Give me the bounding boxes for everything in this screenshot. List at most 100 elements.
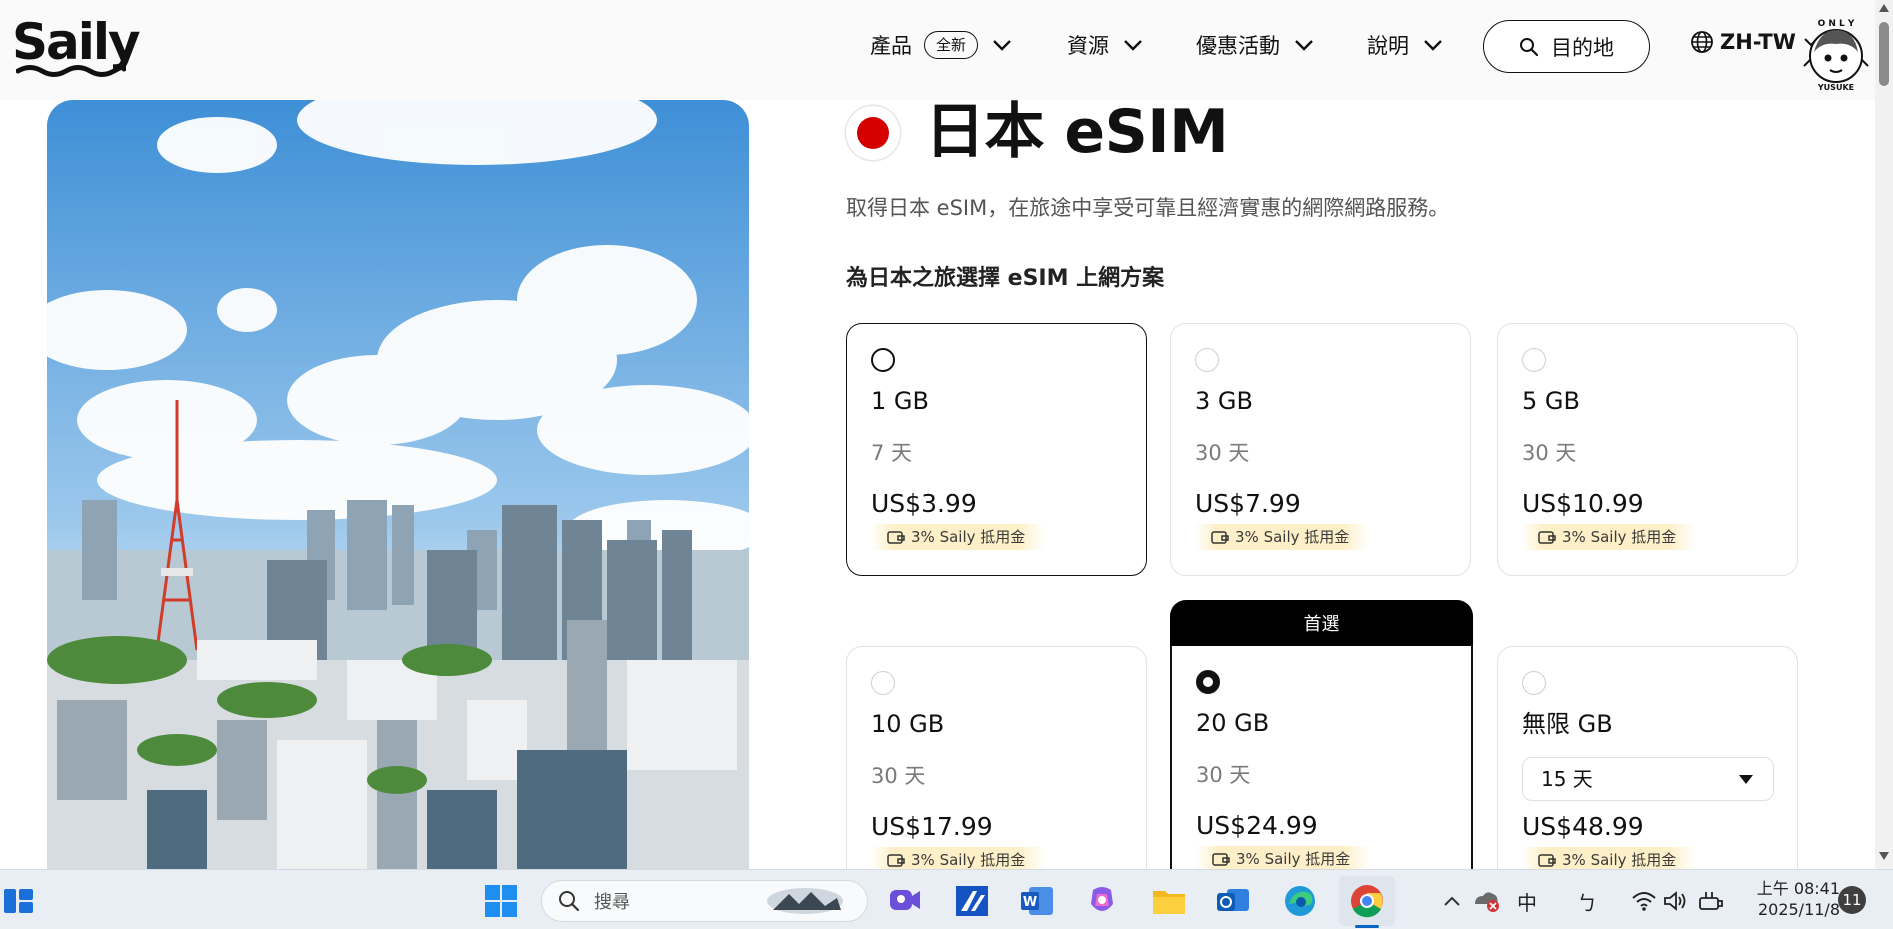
saily-credit-badge: 3% Saily 抵用金 [1522,524,1697,550]
plan-data-amount: 20 GB [1196,709,1270,737]
nav-resources[interactable]: 資源 [1067,20,1143,70]
plan-data-amount: 5 GB [1522,387,1580,415]
taskbar-search-box[interactable]: 搜尋 [541,880,868,922]
file-explorer-icon[interactable] [1150,882,1188,920]
chevron-down-icon [1124,40,1142,51]
search-icon [1520,37,1539,56]
wallet-icon [887,854,905,867]
plan-card-unlimited[interactable]: 無限 GB 15 天 US$48.99 3% Saily 抵用金 [1497,646,1798,886]
plan-radio[interactable] [871,348,895,372]
page-title: 日本 eSIM [925,97,1229,167]
outlook-app-icon[interactable] [1214,882,1252,920]
plan-card-3gb[interactable]: 3 GB 30 天 US$7.99 3% Saily 抵用金 [1170,323,1471,576]
nav-products-label: 產品 [870,34,912,58]
edge-browser-icon[interactable] [1281,882,1319,920]
saily-credit-badge: 3% Saily 抵用金 [871,524,1046,550]
word-app-icon[interactable]: W [1018,882,1056,920]
duration-dropdown[interactable]: 15 天 [1522,757,1774,801]
destination-label: 目的地 [1551,35,1614,60]
nav-products[interactable]: 產品 全新 [870,20,1012,70]
nav-help-label: 說明 [1367,34,1409,58]
saily-logo[interactable]: Saily [12,13,141,77]
japan-flag-icon [846,106,900,160]
new-badge: 全新 [924,31,979,59]
scrollbar-thumb[interactable] [1879,22,1889,86]
widgets-icon[interactable] [0,882,38,920]
taskbar-search-placeholder: 搜尋 [594,892,630,913]
nav-help[interactable]: 說明 [1367,20,1443,70]
scroll-down-arrow-icon[interactable] [1879,852,1889,860]
credit-label: 3% Saily 抵用金 [911,528,1026,546]
plan-data-amount: 10 GB [871,710,945,738]
nav-promotions[interactable]: 優惠活動 [1196,20,1314,70]
tokyo-skyline-image [47,100,749,869]
plan-price: US$17.99 [871,812,993,841]
plan-duration: 30 天 [1196,763,1251,787]
plan-price: US$24.99 [1196,811,1318,840]
plan-radio-selected[interactable] [1196,670,1220,694]
volume-icon[interactable] [1657,882,1695,920]
wallet-icon [887,531,905,544]
plan-duration: 7 天 [871,441,913,465]
destination-search-button[interactable]: 目的地 [1483,20,1650,73]
onedrive-error-icon[interactable] [1467,882,1505,920]
svg-text:YUSUKE: YUSUKE [1817,83,1854,92]
meet-app-icon[interactable] [886,882,924,920]
ime-mode-indicator[interactable]: ㄅ [1577,887,1597,916]
plan-card-1gb[interactable]: 1 GB 7 天 US$3.99 3% Saily 抵用金 [846,323,1147,576]
svg-text:W: W [1023,895,1037,910]
plan-heading: 為日本之旅選擇 eSIM 上網方案 [846,266,1165,291]
plan-radio[interactable] [1522,348,1546,372]
credit-label: 3% Saily 抵用金 [1235,528,1350,546]
page-subtitle: 取得日本 eSIM，在旅途中享受可靠且經濟實惠的網際網路服務。 [846,196,1450,220]
plan-duration: 30 天 [1522,441,1577,465]
app-icon-blue[interactable] [953,882,991,920]
notification-count-badge[interactable]: 11 [1838,886,1866,914]
plan-radio[interactable] [1522,671,1546,695]
site-header: Saily 產品 全新 資源 優惠活動 說明 目的地 ZH-TW O N L Y… [0,0,1875,100]
plan-card-5gb[interactable]: 5 GB 30 天 US$10.99 3% Saily 抵用金 [1497,323,1798,576]
featured-plan-banner: 首選 [1170,600,1473,646]
plan-card-10gb[interactable]: 10 GB 30 天 US$17.99 3% Saily 抵用金 [846,646,1147,886]
wallet-icon [1538,854,1556,867]
active-app-indicator [1355,925,1379,928]
chrome-browser-icon[interactable] [1348,882,1386,920]
plan-price: US$48.99 [1522,812,1644,841]
plan-radio[interactable] [871,671,895,695]
battery-charging-icon[interactable] [1693,882,1731,920]
copilot-icon[interactable] [1083,882,1121,920]
plan-radio[interactable] [1195,348,1219,372]
svg-text:O N L Y: O N L Y [1818,19,1855,29]
logo-text: Saily [12,13,141,71]
saily-credit-badge: 3% Saily 抵用金 [1195,524,1370,550]
wallet-icon [1212,853,1230,866]
wallet-icon [1211,531,1229,544]
show-hidden-icons-chevron-icon[interactable] [1433,882,1471,920]
caret-down-icon [1739,775,1753,784]
windows-taskbar: 搜尋 W 中 ㄅ 上午 08:41 2025/11/8 11 [0,869,1893,929]
search-icon [559,891,580,912]
plan-duration: 30 天 [1195,441,1250,465]
nav-promotions-label: 優惠活動 [1196,34,1280,58]
wallet-icon [1538,531,1556,544]
plan-card-20gb[interactable]: 20 GB 30 天 US$24.99 3% Saily 抵用金 [1170,646,1473,886]
plan-price: US$3.99 [871,489,977,518]
watermark-avatar-icon: O N L Y YUSUKE [1803,19,1869,92]
logo-wave-icon [16,64,126,77]
search-highlight-image [767,888,843,914]
ime-language-indicator[interactable]: 中 [1517,887,1537,916]
globe-icon [1691,31,1713,53]
clock-time: 上午 08:41 [1756,879,1840,898]
plan-price: US$10.99 [1522,489,1644,518]
clock-date: 2025/11/8 [1757,900,1840,919]
plan-duration: 30 天 [871,764,926,788]
credit-label: 3% Saily 抵用金 [1562,528,1677,546]
system-clock[interactable]: 上午 08:41 2025/11/8 [1748,878,1840,920]
chevron-down-icon [1295,40,1313,51]
page-scrollbar[interactable] [1875,0,1893,869]
language-label: ZH-TW [1720,30,1796,54]
scroll-up-arrow-icon[interactable] [1879,4,1889,12]
plan-price: US$7.99 [1195,489,1301,518]
windows-start-icon[interactable] [482,882,520,920]
chevron-down-icon [1424,40,1442,51]
